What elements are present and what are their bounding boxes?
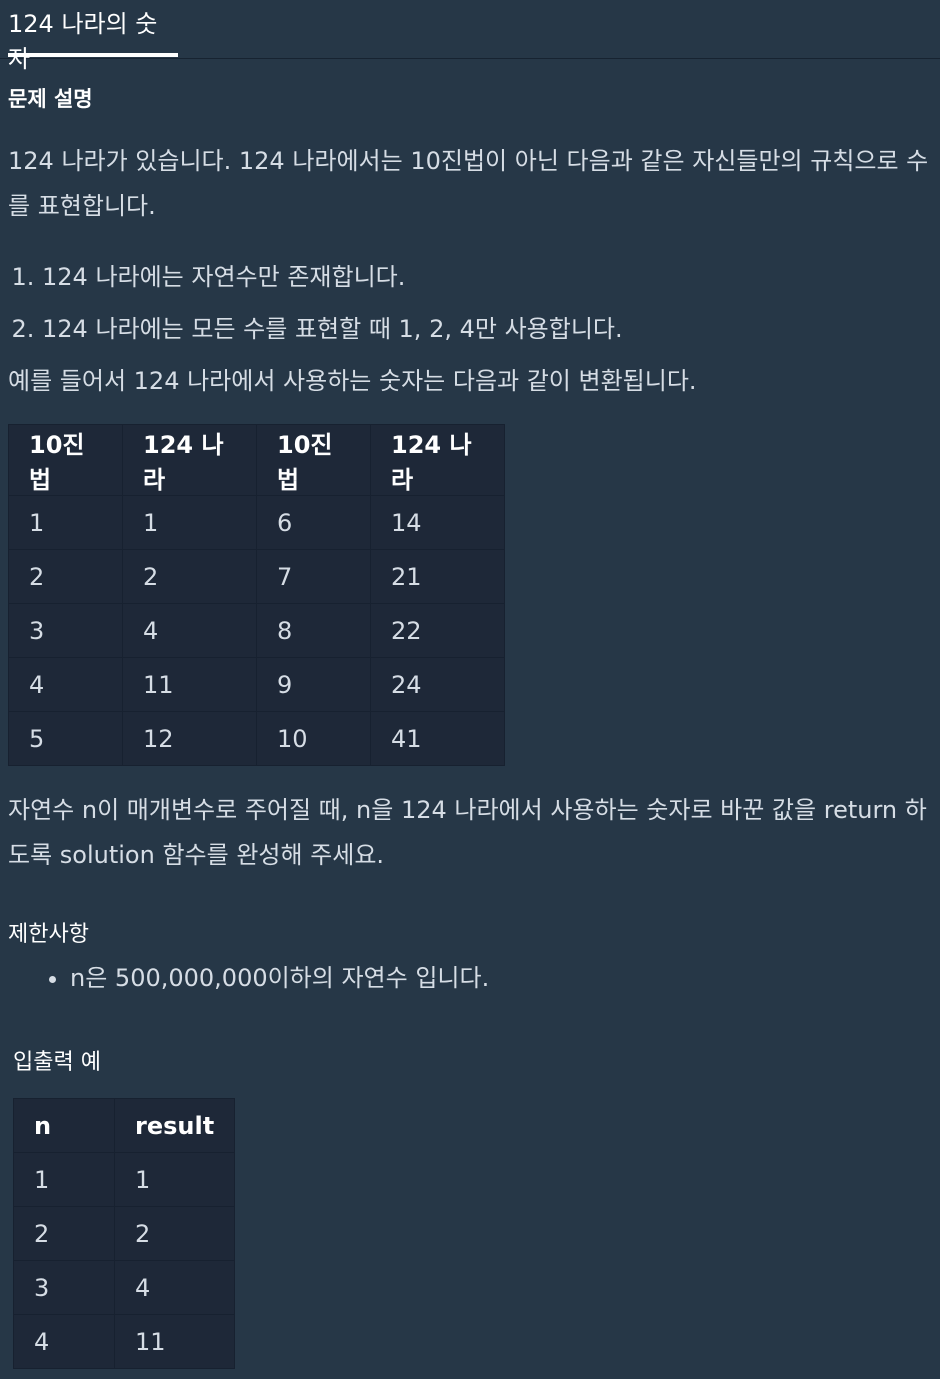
- column-header: result: [113, 1098, 236, 1153]
- table-cell: 6: [256, 495, 371, 550]
- table-cell: 2: [13, 1206, 115, 1261]
- column-header: 124 나라: [122, 424, 257, 496]
- constraints-list: n은 500,000,000이하의 자연수 입니다.: [8, 962, 932, 994]
- tab-problem[interactable]: 124 나라의 숫자: [8, 0, 178, 73]
- table-row: 3 4 8 22: [8, 603, 505, 658]
- table-cell: 24: [370, 657, 505, 712]
- table-cell: 41: [370, 711, 505, 766]
- table-cell: 11: [113, 1314, 236, 1369]
- table-cell: 4: [122, 603, 257, 658]
- table-row: 5 12 10 41: [8, 711, 505, 766]
- table-row: 1 1: [13, 1152, 236, 1207]
- conversion-table: 10진법 124 나라 10진법 124 나라 1 1 6 14 2 2 7 2…: [8, 424, 505, 766]
- rules-list: 124 나라에는 자연수만 존재합니다. 124 나라에는 모든 수를 표현할 …: [8, 251, 932, 355]
- table-cell: 1: [13, 1152, 115, 1207]
- table-cell: 3: [13, 1260, 115, 1315]
- io-example-heading: 입출력 예: [13, 1050, 101, 1075]
- intro-paragraph: 124 나라가 있습니다. 124 나라에서는 10진법이 아닌 다음과 같은 …: [8, 147, 929, 220]
- column-header: 124 나라: [370, 424, 505, 496]
- table-cell: 4: [13, 1314, 115, 1369]
- io-example-table: n result 1 1 2 2 3 4 4 11: [13, 1098, 236, 1369]
- table-cell: 4: [113, 1260, 236, 1315]
- table-cell: 1: [113, 1152, 236, 1207]
- table-header-row: 10진법 124 나라 10진법 124 나라: [8, 424, 505, 496]
- rule-item: 124 나라에는 자연수만 존재합니다.: [42, 251, 932, 303]
- table-cell: 12: [122, 711, 257, 766]
- table-cell: 5: [8, 711, 123, 766]
- constraints-heading: 제한사항: [8, 922, 89, 947]
- table-cell: 7: [256, 549, 371, 604]
- table-cell: 4: [8, 657, 123, 712]
- table-header-row: n result: [13, 1098, 236, 1153]
- table-cell: 3: [8, 603, 123, 658]
- table-cell: 2: [122, 549, 257, 604]
- table-row: 4 11 9 24: [8, 657, 505, 712]
- example-sentence: 예를 들어서 124 나라에서 사용하는 숫자는 다음과 같이 변환됩니다.: [8, 367, 697, 395]
- column-header: 10진법: [8, 424, 123, 496]
- description-heading: 문제 설명: [8, 87, 93, 111]
- table-cell: 21: [370, 549, 505, 604]
- table-cell: 2: [8, 549, 123, 604]
- table-cell: 2: [113, 1206, 236, 1261]
- table-cell: 14: [370, 495, 505, 550]
- table-cell: 9: [256, 657, 371, 712]
- constraint-item: n은 500,000,000이하의 자연수 입니다.: [70, 962, 932, 994]
- column-header: n: [13, 1098, 115, 1153]
- task-paragraph: 자연수 n이 매개변수로 주어질 때, n을 124 나라에서 사용하는 숫자로…: [8, 796, 927, 869]
- active-tab-indicator: [8, 53, 178, 57]
- table-row: 2 2: [13, 1206, 236, 1261]
- table-cell: 1: [122, 495, 257, 550]
- table-row: 3 4: [13, 1260, 236, 1315]
- table-cell: 8: [256, 603, 371, 658]
- table-row: 2 2 7 21: [8, 549, 505, 604]
- table-row: 4 11: [13, 1314, 236, 1369]
- rule-item: 124 나라에는 모든 수를 표현할 때 1, 2, 4만 사용합니다.: [42, 303, 932, 355]
- problem-content: 문제 설명 124 나라가 있습니다. 124 나라에서는 10진법이 아닌 다…: [0, 83, 940, 1369]
- table-cell: 10: [256, 711, 371, 766]
- table-cell: 22: [370, 603, 505, 658]
- tab-bar: 124 나라의 숫자: [0, 0, 940, 73]
- column-header: 10진법: [256, 424, 371, 496]
- table-cell: 11: [122, 657, 257, 712]
- table-cell: 1: [8, 495, 123, 550]
- table-row: 1 1 6 14: [8, 495, 505, 550]
